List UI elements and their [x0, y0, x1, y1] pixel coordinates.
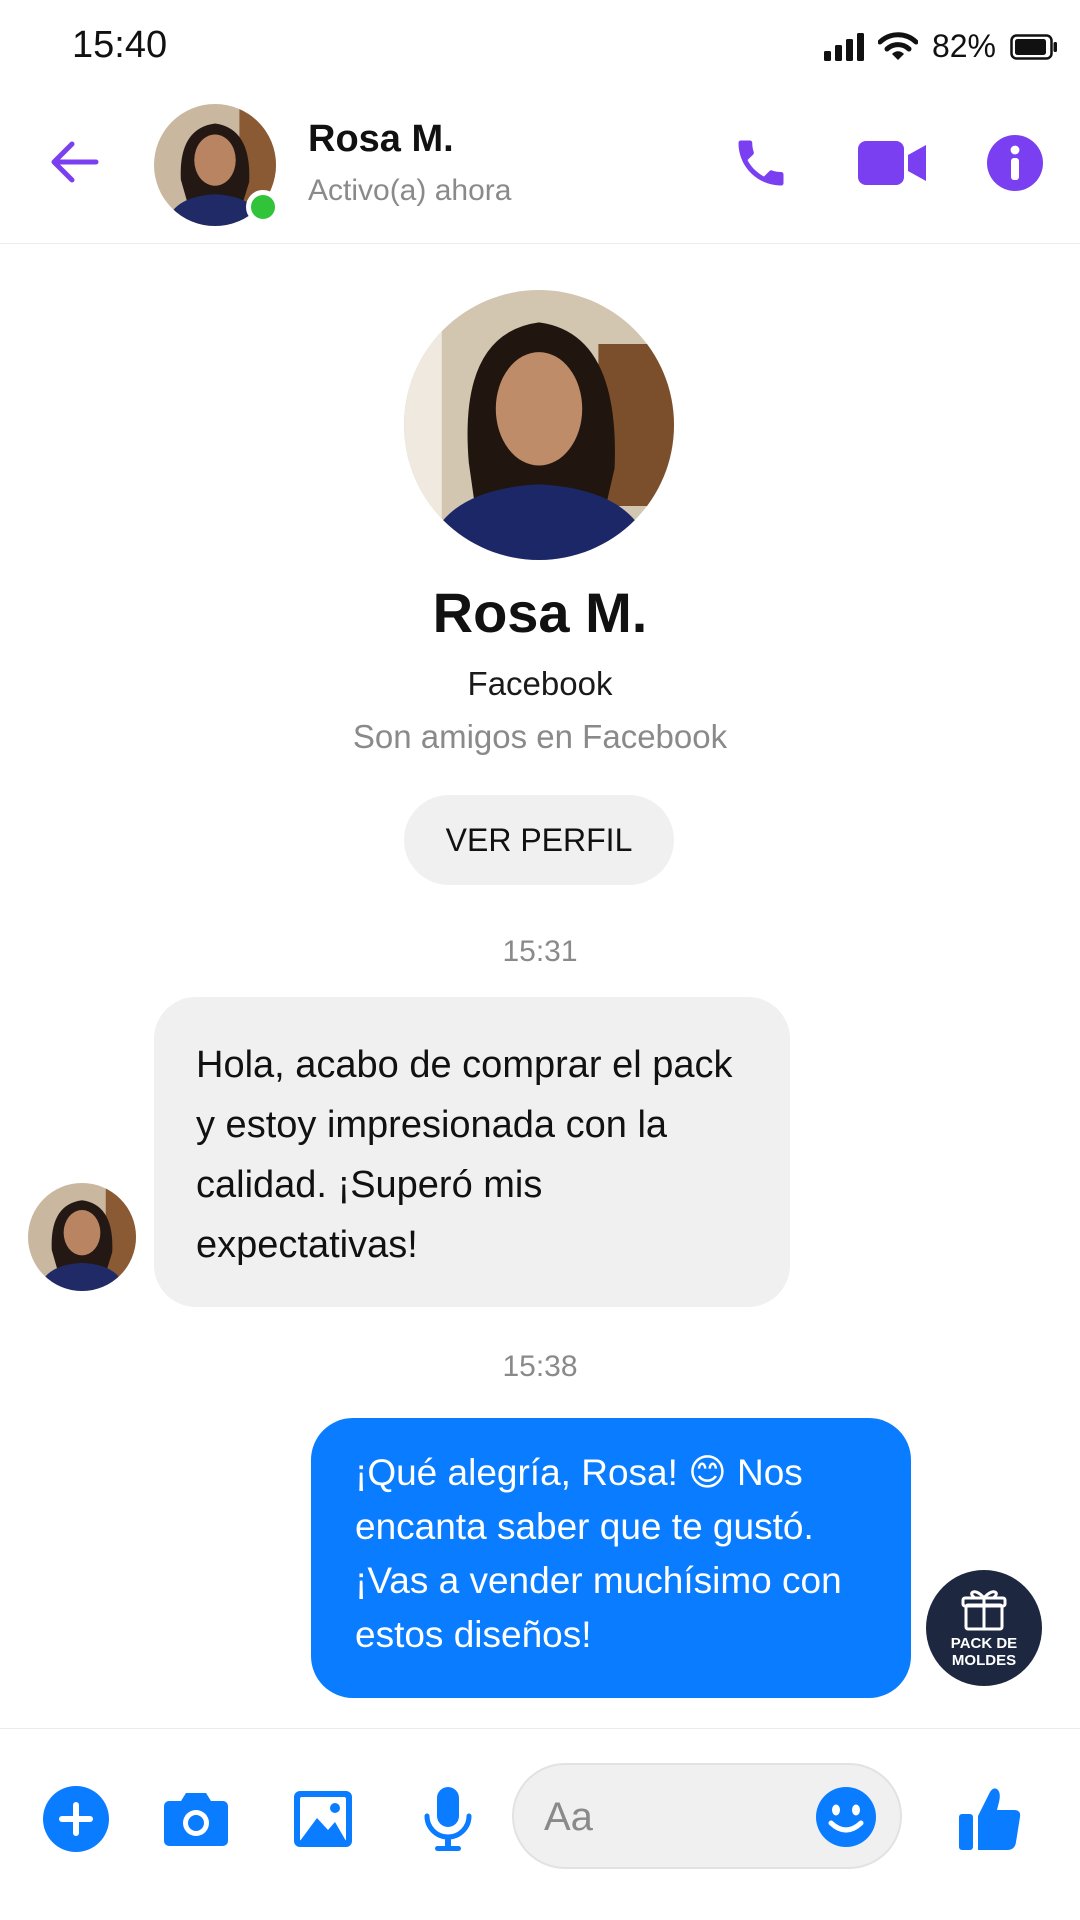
microphone-icon — [424, 1787, 472, 1851]
view-profile-button[interactable]: VER PERFIL — [404, 795, 674, 885]
like-button[interactable] — [952, 1781, 1028, 1857]
friendship-status: Son amigos en Facebook — [352, 718, 728, 755]
battery-percent: 82% — [931, 28, 996, 64]
phone-icon — [738, 140, 784, 186]
profile-photo-icon — [404, 290, 674, 560]
sender-avatar[interactable] — [28, 1183, 136, 1291]
thumbs-up-icon — [959, 1788, 1021, 1850]
gallery-button[interactable] — [285, 1781, 361, 1857]
photo-gallery-icon — [294, 1791, 352, 1847]
wifi-icon — [877, 31, 918, 60]
badge-label: PACK DE MOLDES — [950, 1635, 1018, 1669]
battery-icon — [1010, 33, 1057, 60]
info-icon — [987, 135, 1043, 191]
plus-circle-icon — [43, 1786, 109, 1852]
message-timestamp: 15:31 — [502, 935, 578, 968]
message-timestamp: 15:38 — [502, 1350, 578, 1383]
message-input[interactable]: Aa — [512, 1763, 902, 1869]
voice-message-button[interactable] — [410, 1781, 486, 1857]
more-actions-button[interactable] — [38, 1781, 114, 1857]
chat-header: Rosa M. Activo(a) ahora — [0, 96, 1080, 244]
incoming-message-bubble[interactable]: Hola, acabo de comprar el pack y estoy i… — [154, 997, 790, 1307]
video-call-button[interactable] — [855, 128, 929, 198]
profile-platform: Facebook — [467, 665, 613, 702]
outgoing-message-bubble[interactable]: ¡Qué alegría, Rosa! 😊 Nos encanta saber … — [311, 1418, 911, 1698]
call-button[interactable] — [726, 128, 796, 198]
smiley-icon — [816, 1787, 876, 1847]
status-icons: 82% — [823, 28, 1058, 65]
back-button[interactable] — [44, 132, 104, 192]
video-camera-icon — [858, 141, 926, 185]
profile-photo[interactable] — [404, 290, 674, 560]
profile-name: Rosa M. — [432, 581, 648, 644]
camera-button[interactable] — [158, 1781, 234, 1857]
message-composer: Aa — [0, 1728, 1080, 1920]
back-arrow-icon — [51, 141, 99, 183]
pack-de-moldes-badge[interactable]: PACK DE MOLDES — [926, 1570, 1042, 1686]
emoji-button[interactable] — [814, 1785, 878, 1849]
avatar-photo-icon — [28, 1183, 136, 1291]
status-bar: 15:40 82% — [0, 0, 1080, 96]
camera-icon — [164, 1793, 228, 1846]
contact-name[interactable]: Rosa M. — [308, 118, 454, 161]
signal-icon — [823, 32, 864, 61]
info-button[interactable] — [980, 128, 1050, 198]
status-time: 15:40 — [72, 24, 168, 66]
gift-box-icon — [961, 1590, 1007, 1631]
contact-status: Activo(a) ahora — [308, 174, 512, 207]
message-input-placeholder: Aa — [544, 1795, 593, 1839]
online-indicator — [246, 190, 280, 224]
